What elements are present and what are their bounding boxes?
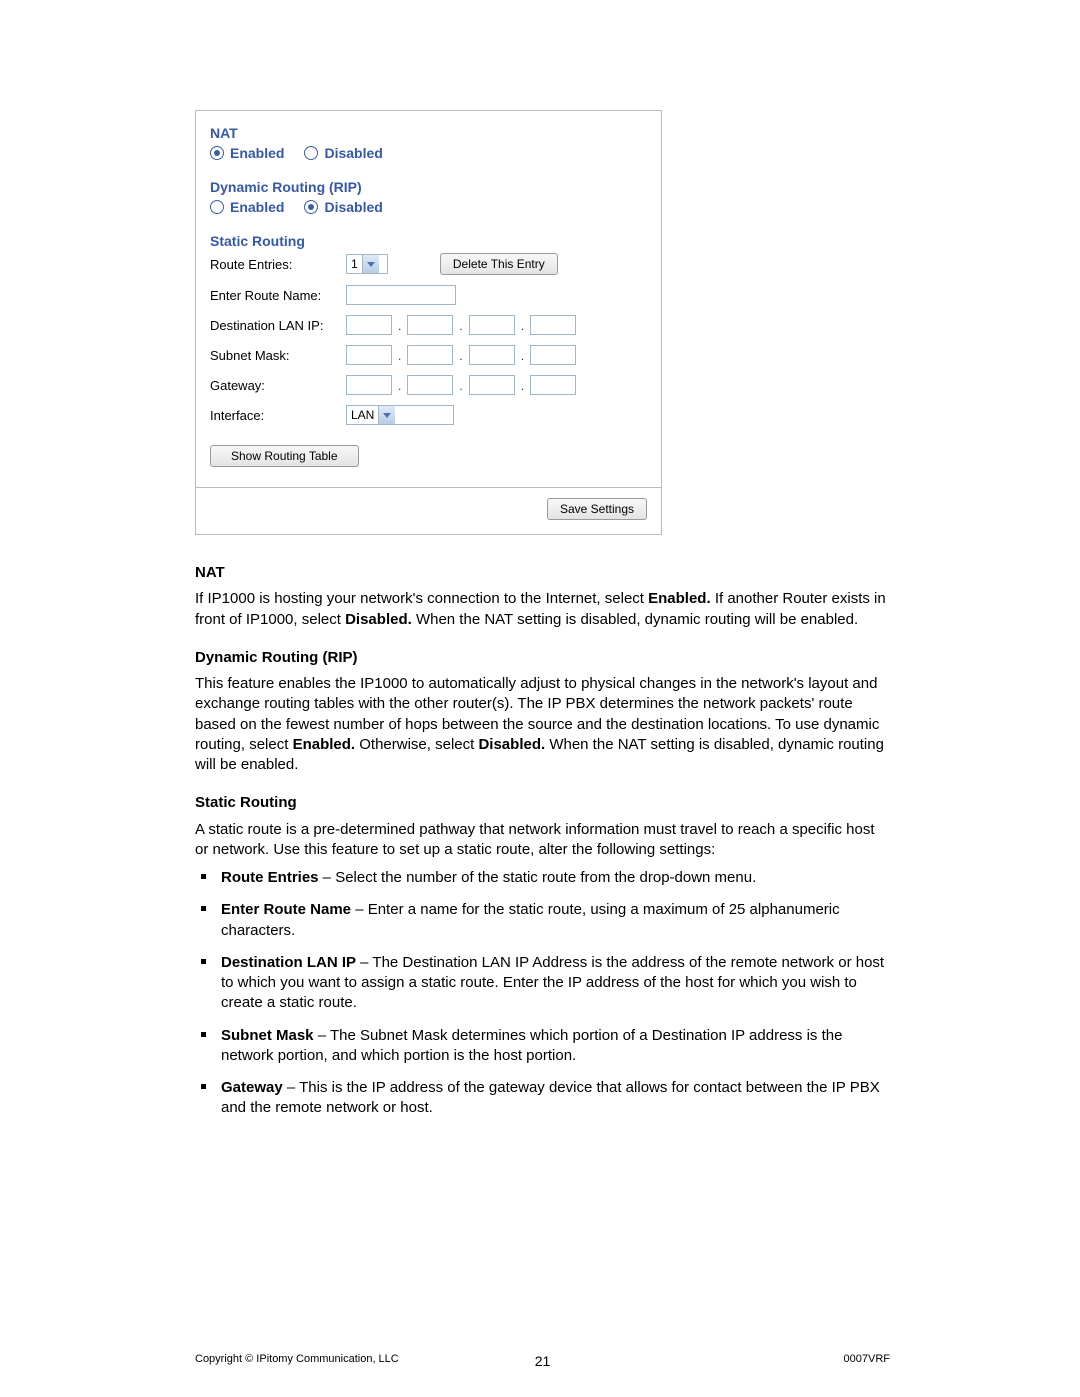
list-item: Subnet Mask – The Subnet Mask determines… [221,1026,890,1067]
rip-section-title: Dynamic Routing (RIP) [210,179,647,195]
static-routing-list: Route Entries – Select the number of the… [195,868,890,1119]
interface-value: LAN [351,408,378,422]
ip-dot: . [394,349,405,365]
static-heading: Static Routing [195,793,890,813]
list-item: Destination LAN IP – The Destination LAN… [221,953,890,1014]
document-page: NAT Enabled Disabled Dynamic Routing (RI… [0,0,1080,1397]
subnet-octet-2[interactable] [407,345,453,365]
rip-paragraph: This feature enables the IP1000 to autom… [195,674,890,775]
bold-text: Enabled. [648,590,711,607]
bold-text: Disabled. [345,611,412,628]
dest-ip-octet-4[interactable] [530,315,576,335]
gateway-row: . . . [346,375,647,395]
page-number: 21 [195,1353,890,1369]
nat-heading: NAT [195,563,890,583]
nat-paragraph: If IP1000 is hosting your network's conn… [195,589,890,630]
dest-lan-ip-row: . . . [346,315,647,335]
route-name-cell [346,285,647,305]
ip-dot: . [394,379,405,395]
rip-radio-row: Enabled Disabled [210,199,647,215]
text-segment: When the NAT setting is disabled, dynami… [416,611,858,628]
route-entries-cell: 1 Delete This Entry [346,253,647,275]
gateway-octet-2[interactable] [407,375,453,395]
ip-dot: . [455,349,466,365]
page-footer: Copyright © IPitomy Communication, LLC 2… [195,1353,890,1365]
nat-radio-row: Enabled Disabled [210,145,647,161]
bold-text: Destination LAN IP [221,954,356,971]
bold-text: Enabled. [293,736,356,753]
list-item: Gateway – This is the IP address of the … [221,1078,890,1119]
bold-text: Route Entries [221,869,319,886]
save-row: Save Settings [196,487,661,530]
document-body: NAT If IP1000 is hosting your network's … [195,563,890,1119]
gateway-label: Gateway: [210,378,340,393]
subnet-octet-4[interactable] [530,345,576,365]
static-paragraph: A static route is a pre-determined pathw… [195,820,890,861]
ip-dot: . [517,349,528,365]
gateway-octet-3[interactable] [469,375,515,395]
subnet-octet-1[interactable] [346,345,392,365]
bold-text: Gateway [221,1079,283,1096]
text-segment: Otherwise, select [359,736,478,753]
interface-select[interactable]: LAN [346,405,454,425]
bold-text: Disabled. [478,736,545,753]
route-entries-select[interactable]: 1 [346,254,388,274]
list-item: Enter Route Name – Enter a name for the … [221,900,890,941]
static-routing-form: Route Entries: 1 Delete This Entry Enter… [210,253,647,425]
nat-disabled-label: Disabled [324,145,382,161]
ip-dot: . [517,319,528,335]
show-table-row: Show Routing Table [210,445,647,467]
subnet-mask-row: . . . [346,345,647,365]
route-entries-label: Route Entries: [210,257,340,272]
nat-disabled-radio[interactable] [304,146,318,160]
static-routing-title: Static Routing [210,233,647,249]
route-name-label: Enter Route Name: [210,288,340,303]
nat-enabled-label: Enabled [230,145,284,161]
dest-ip-octet-3[interactable] [469,315,515,335]
save-settings-button[interactable]: Save Settings [547,498,647,520]
gateway-octet-1[interactable] [346,375,392,395]
ip-dot: . [455,319,466,335]
interface-label: Interface: [210,408,340,423]
bold-text: Subnet Mask [221,1027,314,1044]
dest-lan-ip-label: Destination LAN IP: [210,318,340,333]
ip-dot: . [517,379,528,395]
list-item: Route Entries – Select the number of the… [221,868,890,888]
dest-ip-octet-1[interactable] [346,315,392,335]
show-routing-table-button[interactable]: Show Routing Table [210,445,359,467]
subnet-mask-label: Subnet Mask: [210,348,340,363]
interface-cell: LAN [346,405,647,425]
rip-enabled-label: Enabled [230,199,284,215]
text-segment: If IP1000 is hosting your network's conn… [195,590,648,607]
delete-entry-button[interactable]: Delete This Entry [440,253,558,275]
gateway-octet-4[interactable] [530,375,576,395]
nat-enabled-radio[interactable] [210,146,224,160]
rip-enabled-radio[interactable] [210,200,224,214]
rip-heading: Dynamic Routing (RIP) [195,648,890,668]
rip-disabled-label: Disabled [324,199,382,215]
bold-text: Enter Route Name [221,901,351,918]
dropdown-arrow-icon [378,406,395,424]
text-segment: – This is the IP address of the gateway … [221,1079,880,1116]
ip-dot: . [394,319,405,335]
ip-dot: . [455,379,466,395]
rip-disabled-radio[interactable] [304,200,318,214]
dropdown-arrow-icon [362,255,379,273]
text-segment: – Select the number of the static route … [319,869,757,886]
dest-ip-octet-2[interactable] [407,315,453,335]
subnet-octet-3[interactable] [469,345,515,365]
route-entries-value: 1 [351,257,362,271]
router-config-panel: NAT Enabled Disabled Dynamic Routing (RI… [195,110,662,535]
text-segment: – The Subnet Mask determines which porti… [221,1027,842,1064]
nat-section-title: NAT [210,125,647,141]
route-name-input[interactable] [346,285,456,305]
